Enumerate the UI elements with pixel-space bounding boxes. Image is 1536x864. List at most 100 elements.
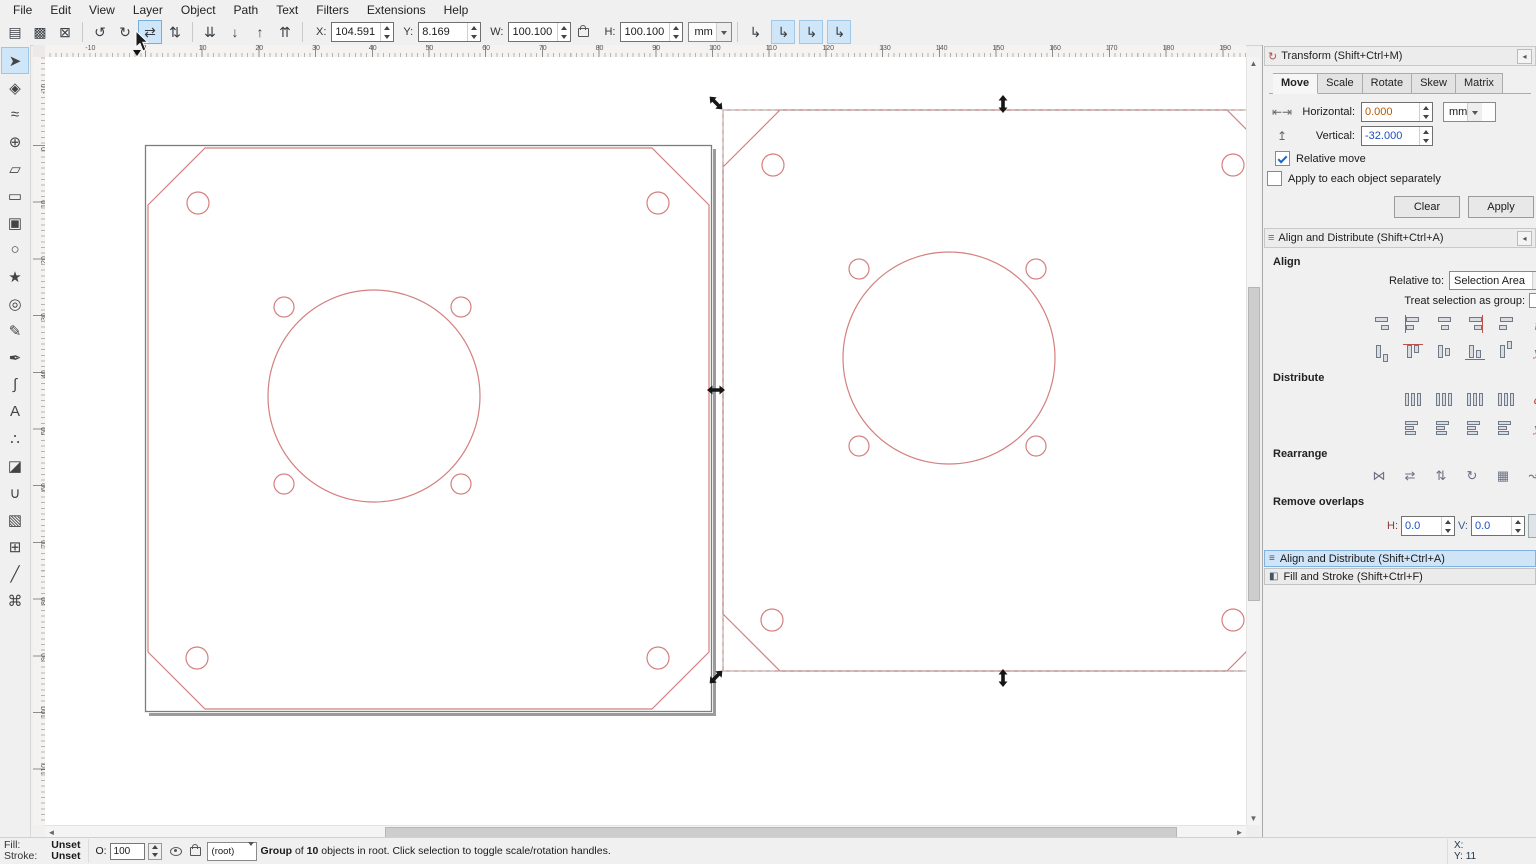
vertical-field[interactable]: -32.000 [1361, 126, 1433, 146]
rearrange-button[interactable]: ⋈ [1366, 464, 1392, 488]
collapse-panel-icon[interactable]: ◂ [1517, 230, 1532, 246]
overlap-h-spinner[interactable] [1441, 517, 1454, 535]
toolbar-button[interactable]: ⇊ [198, 20, 222, 44]
distribute-button[interactable] [1431, 416, 1457, 440]
w-spinner[interactable] [557, 23, 570, 41]
tool-button[interactable]: A [1, 398, 29, 425]
menu-item[interactable]: Path [225, 2, 268, 18]
transform-panel-header[interactable]: ↻ Transform (Shift+Ctrl+M) ◂ [1264, 46, 1536, 66]
relative-move-checkbox[interactable] [1275, 151, 1290, 166]
apply-each-checkbox[interactable] [1267, 171, 1282, 186]
lock-ratio-icon[interactable] [578, 24, 590, 37]
layer-visibility-icon[interactable] [169, 846, 182, 856]
tool-button[interactable]: ⊕ [1, 128, 29, 155]
align-button[interactable]: y [1524, 340, 1536, 364]
distribute-button[interactable] [1400, 416, 1426, 440]
opacity-spinner[interactable] [147, 842, 162, 860]
distribute-button[interactable] [1493, 416, 1519, 440]
menu-item[interactable]: Layer [124, 2, 172, 18]
transform-tab[interactable]: Matrix [1455, 73, 1503, 94]
toolbar-button[interactable]: ⇅ [163, 20, 187, 44]
menu-item[interactable]: Filters [307, 2, 358, 18]
tool-button[interactable]: ⊞ [1, 533, 29, 560]
toolbar-button[interactable]: ↑ [248, 20, 272, 44]
treat-as-group-checkbox[interactable] [1529, 293, 1536, 308]
toolbar-button[interactable]: ▤ [3, 20, 27, 44]
vertical-spinner[interactable] [1419, 127, 1432, 145]
affect-toggle[interactable]: ↳ [827, 20, 852, 44]
menu-item[interactable]: Object [172, 2, 225, 18]
rearrange-button[interactable]: ↝ [1521, 464, 1536, 488]
menu-item[interactable]: Edit [41, 2, 80, 18]
x-field[interactable]: 104.591 [331, 22, 395, 42]
distribute-button[interactable] [1493, 388, 1519, 412]
align-button[interactable] [1400, 312, 1426, 336]
distribute-button[interactable] [1431, 388, 1457, 412]
distribute-button[interactable]: a [1524, 388, 1536, 412]
align-button[interactable]: ƒ [1524, 312, 1536, 336]
tool-button[interactable]: ≈ [1, 101, 29, 128]
tool-button[interactable]: ◪ [1, 452, 29, 479]
tool-button[interactable]: ★ [1, 263, 29, 290]
scroll-up-icon[interactable]: ▲ [1247, 57, 1260, 70]
rearrange-button[interactable]: ⇄ [1397, 464, 1423, 488]
toolbar-button[interactable]: ↻ [113, 20, 137, 44]
distribute-button[interactable] [1462, 416, 1488, 440]
overlap-v-field[interactable]: 0.0 [1471, 516, 1525, 536]
collapse-panel-icon[interactable]: ◂ [1517, 48, 1532, 64]
tool-button[interactable]: ◈ [1, 74, 29, 101]
tool-button[interactable]: ▣ [1, 209, 29, 236]
overlap-h-field[interactable]: 0.0 [1401, 516, 1455, 536]
tool-button[interactable]: ∴ [1, 425, 29, 452]
h-spinner[interactable] [669, 23, 682, 41]
menu-item[interactable]: File [4, 2, 41, 18]
tool-button[interactable]: ○ [1, 236, 29, 263]
scroll-down-icon[interactable]: ▼ [1247, 812, 1260, 825]
align-button[interactable] [1400, 340, 1426, 364]
tool-button[interactable]: ➤ [1, 47, 29, 74]
transform-unit-select[interactable]: mm [1443, 102, 1496, 122]
transform-tab[interactable]: Move [1273, 73, 1319, 94]
remove-overlaps-button[interactable] [1528, 514, 1536, 538]
docked-panel-bar[interactable]: ≡ Align and Distribute (Shift+Ctrl+A) [1264, 550, 1536, 567]
toolbar-button[interactable]: ⊠ [53, 20, 77, 44]
rearrange-button[interactable]: ↻ [1459, 464, 1485, 488]
tool-button[interactable]: ✎ [1, 317, 29, 344]
horizontal-field[interactable]: 0.000 [1361, 102, 1433, 122]
distribute-button[interactable] [1462, 388, 1488, 412]
align-button[interactable] [1369, 340, 1395, 364]
align-button[interactable] [1431, 340, 1457, 364]
rearrange-button[interactable]: ⇅ [1428, 464, 1454, 488]
canvas[interactable] [45, 57, 1246, 825]
tool-button[interactable]: ∫ [1, 371, 29, 398]
align-button[interactable] [1462, 340, 1488, 364]
apply-button[interactable]: Apply [1468, 196, 1534, 218]
transform-tab[interactable]: Scale [1318, 73, 1363, 94]
affect-toggle[interactable]: ↳ [799, 20, 824, 44]
align-button[interactable] [1462, 312, 1488, 336]
menu-item[interactable]: Help [435, 2, 478, 18]
vertical-scroll-thumb[interactable] [1248, 287, 1260, 601]
align-button[interactable] [1493, 312, 1519, 336]
menu-item[interactable]: Extensions [358, 2, 435, 18]
transform-tab[interactable]: Skew [1412, 73, 1456, 94]
tool-button[interactable]: ▭ [1, 182, 29, 209]
tool-button[interactable]: ▱ [1, 155, 29, 182]
plate-right-group[interactable] [722, 109, 1246, 672]
align-button[interactable] [1369, 312, 1395, 336]
distribute-button[interactable]: y [1524, 416, 1536, 440]
vertical-scrollbar[interactable]: ▲ ▼ [1246, 57, 1260, 825]
layer-select[interactable]: (root) [206, 841, 257, 861]
toolbar-button[interactable]: ⇄ [138, 20, 162, 44]
tool-button[interactable]: ◎ [1, 290, 29, 317]
align-panel-header[interactable]: ≡ Align and Distribute (Shift+Ctrl+A) ◂ [1264, 228, 1536, 248]
opacity-field[interactable]: 100 [109, 842, 145, 860]
distribute-button[interactable] [1400, 388, 1426, 412]
horizontal-spinner[interactable] [1419, 103, 1432, 121]
relative-to-select[interactable]: Selection Area [1449, 271, 1536, 290]
tool-button[interactable]: ▧ [1, 506, 29, 533]
w-field[interactable]: 100.100 [508, 22, 572, 42]
toolbar-button[interactable]: ↓ [223, 20, 247, 44]
clear-button[interactable]: Clear [1394, 196, 1460, 218]
tool-button[interactable]: ✒ [1, 344, 29, 371]
